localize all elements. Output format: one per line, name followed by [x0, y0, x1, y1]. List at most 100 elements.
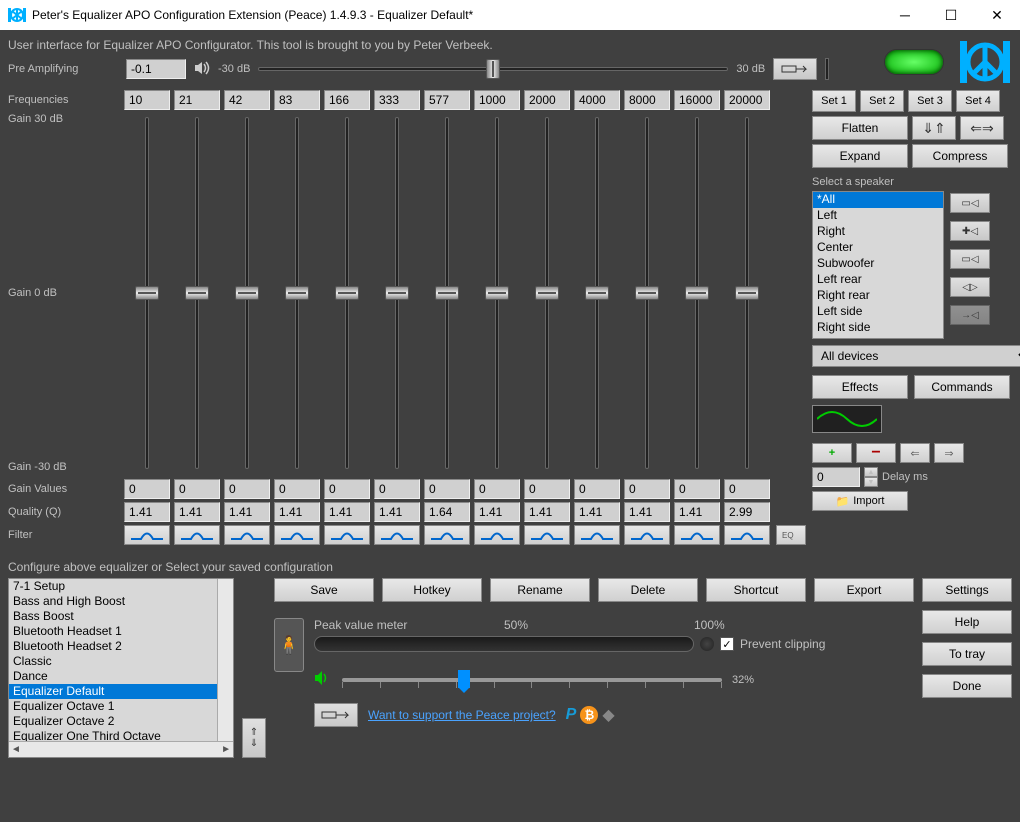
preset-item[interactable]: Dance: [9, 669, 217, 684]
filter-type-button[interactable]: [424, 525, 470, 545]
gain-slider[interactable]: [524, 113, 570, 473]
filter-type-button[interactable]: [574, 525, 620, 545]
freq-input[interactable]: [524, 90, 570, 110]
gain-input[interactable]: [274, 479, 320, 499]
freq-input[interactable]: [274, 90, 320, 110]
preset-item[interactable]: Bluetooth Headset 2: [9, 639, 217, 654]
freq-input[interactable]: [324, 90, 370, 110]
remove-band-button[interactable]: −: [856, 443, 896, 463]
gain-input[interactable]: [174, 479, 220, 499]
hotkey-button[interactable]: Hotkey: [382, 578, 482, 602]
expand-button[interactable]: Expand: [812, 144, 908, 168]
quality-input[interactable]: [674, 502, 720, 522]
gain-input[interactable]: [474, 479, 520, 499]
gain-slider[interactable]: [174, 113, 220, 473]
power-toggle[interactable]: [884, 49, 944, 75]
quality-input[interactable]: [524, 502, 570, 522]
preamp-slider[interactable]: [258, 59, 728, 79]
freq-input[interactable]: [624, 90, 670, 110]
speaker-item[interactable]: Right side: [813, 320, 943, 336]
freq-input[interactable]: [574, 90, 620, 110]
freq-input[interactable]: [474, 90, 520, 110]
preset-item[interactable]: Equalizer Octave 2: [9, 714, 217, 729]
gain-input[interactable]: [224, 479, 270, 499]
speaker-item[interactable]: Right rear: [813, 288, 943, 304]
preset-item[interactable]: Bass and High Boost: [9, 594, 217, 609]
preset-hscrollbar[interactable]: ◄►: [9, 741, 233, 757]
filter-type-button[interactable]: [124, 525, 170, 545]
effects-button[interactable]: Effects: [812, 375, 908, 399]
ethereum-icon[interactable]: ◆: [602, 705, 614, 725]
window-minimize-button[interactable]: ─: [882, 0, 928, 30]
speaker-config-2-button[interactable]: ✚◁: [950, 221, 990, 241]
gain-slider[interactable]: [574, 113, 620, 473]
preamp-bypass-button[interactable]: [773, 58, 817, 80]
window-close-button[interactable]: ✕: [974, 0, 1020, 30]
shortcut-button[interactable]: Shortcut: [706, 578, 806, 602]
gain-input[interactable]: [424, 479, 470, 499]
move-left-button[interactable]: ⇐: [900, 443, 930, 463]
shift-left-right-button[interactable]: ⇐⇒: [960, 116, 1004, 140]
frequency-response-button[interactable]: [812, 405, 882, 433]
gain-slider[interactable]: [224, 113, 270, 473]
filter-type-button[interactable]: [274, 525, 320, 545]
filter-type-button[interactable]: [174, 525, 220, 545]
quality-input[interactable]: [574, 502, 620, 522]
shift-down-up-button[interactable]: ⇓⇑: [912, 116, 956, 140]
save-button[interactable]: Save: [274, 578, 374, 602]
device-select[interactable]: All devices: [812, 345, 1020, 367]
bypass-toggle-button[interactable]: [314, 703, 358, 727]
volume-slider[interactable]: [342, 672, 722, 688]
quality-input[interactable]: [224, 502, 270, 522]
window-maximize-button[interactable]: ☐: [928, 0, 974, 30]
flatten-button[interactable]: Flatten: [812, 116, 908, 140]
help-button[interactable]: Help: [922, 610, 1012, 634]
gain-input[interactable]: [524, 479, 570, 499]
export-button[interactable]: Export: [814, 578, 914, 602]
freq-input[interactable]: [224, 90, 270, 110]
speaker-item[interactable]: Center: [813, 240, 943, 256]
support-link[interactable]: Want to support the Peace project?: [368, 708, 556, 722]
filter-type-button[interactable]: [374, 525, 420, 545]
preset-item[interactable]: Equalizer Default: [9, 684, 217, 699]
speaker-config-4-button[interactable]: ◁▷: [950, 277, 990, 297]
filter-type-button[interactable]: [224, 525, 270, 545]
set-button[interactable]: Set 1: [812, 90, 856, 112]
preset-item[interactable]: Classic: [9, 654, 217, 669]
quality-input[interactable]: [324, 502, 370, 522]
preset-item[interactable]: 7-1 Setup: [9, 579, 217, 594]
delete-button[interactable]: Delete: [598, 578, 698, 602]
speaker-item[interactable]: Left side: [813, 304, 943, 320]
speaker-listbox[interactable]: *AllLeftRightCenterSubwooferLeft rearRig…: [812, 191, 944, 339]
preset-item[interactable]: Equalizer One Third Octave: [9, 729, 217, 741]
quality-input[interactable]: [474, 502, 520, 522]
set-button[interactable]: Set 3: [908, 90, 952, 112]
speaker-item[interactable]: Subwoofer: [813, 256, 943, 272]
preset-vscrollbar[interactable]: [217, 579, 233, 741]
quality-input[interactable]: [624, 502, 670, 522]
to-tray-button[interactable]: To tray: [922, 642, 1012, 666]
freq-input[interactable]: [374, 90, 420, 110]
speaker-item[interactable]: Left: [813, 208, 943, 224]
gain-slider[interactable]: [724, 113, 770, 473]
gain-slider[interactable]: [424, 113, 470, 473]
freq-input[interactable]: [424, 90, 470, 110]
gain-input[interactable]: [574, 479, 620, 499]
preset-item[interactable]: Equalizer Octave 1: [9, 699, 217, 714]
gain-slider[interactable]: [474, 113, 520, 473]
filter-type-button[interactable]: [524, 525, 570, 545]
gain-input[interactable]: [374, 479, 420, 499]
done-button[interactable]: Done: [922, 674, 1012, 698]
quality-input[interactable]: [274, 502, 320, 522]
set-button[interactable]: Set 4: [956, 90, 1000, 112]
add-band-button[interactable]: +: [812, 443, 852, 463]
gain-slider[interactable]: [674, 113, 720, 473]
gain-slider[interactable]: [624, 113, 670, 473]
gain-slider[interactable]: [124, 113, 170, 473]
freq-input[interactable]: [174, 90, 220, 110]
gain-input[interactable]: [674, 479, 720, 499]
set-button[interactable]: Set 2: [860, 90, 904, 112]
speaker-item[interactable]: Right: [813, 224, 943, 240]
preset-item[interactable]: Bluetooth Headset 1: [9, 624, 217, 639]
compress-button[interactable]: Compress: [912, 144, 1008, 168]
